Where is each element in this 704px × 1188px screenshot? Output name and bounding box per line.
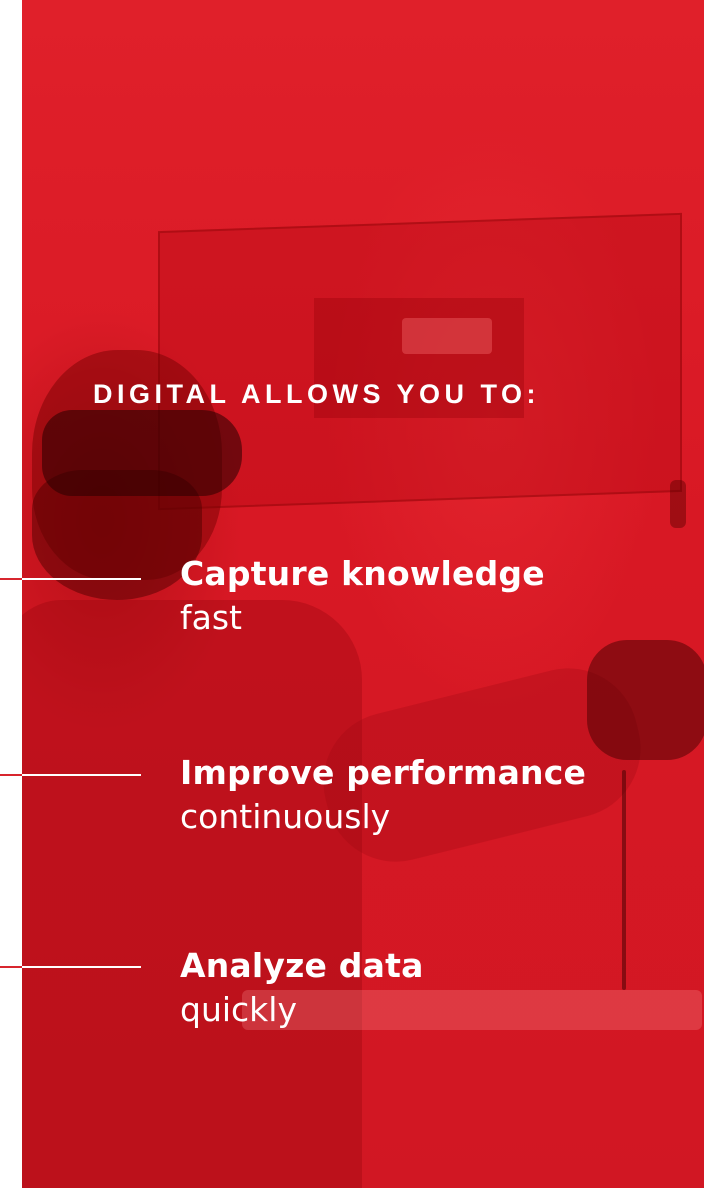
divider-line-1 xyxy=(0,578,141,580)
benefit-item-3-title: Analyze data xyxy=(180,946,424,985)
benefit-item-1-title: Capture knowledge xyxy=(180,554,545,593)
heading: DIGITAL ALLOWS YOU TO: xyxy=(93,379,540,409)
divider-line-1-panel-part xyxy=(22,578,141,580)
divider-line-3-panel-part xyxy=(22,966,141,968)
vr-controller-hand xyxy=(587,640,704,760)
benefit-item-1-subtitle: fast xyxy=(180,598,242,637)
benefit-item-1: Capture knowledge fast xyxy=(180,552,680,640)
screen-stand xyxy=(670,480,686,528)
benefit-item-2-subtitle: continuously xyxy=(180,797,391,836)
background-logo-blur xyxy=(402,318,492,354)
benefit-item-3: Analyze data quickly xyxy=(180,944,680,1032)
vr-headset xyxy=(42,410,242,496)
divider-line-2-panel-part xyxy=(22,774,141,776)
benefit-item-2: Improve performance continuously xyxy=(180,751,680,839)
divider-line-3 xyxy=(0,966,141,968)
divider-line-2 xyxy=(0,774,141,776)
benefit-item-3-subtitle: quickly xyxy=(180,990,297,1029)
benefit-item-2-title: Improve performance xyxy=(180,753,587,792)
person-body xyxy=(22,600,362,1188)
page: DIGITAL ALLOWS YOU TO: Capture knowledge… xyxy=(0,0,704,1188)
